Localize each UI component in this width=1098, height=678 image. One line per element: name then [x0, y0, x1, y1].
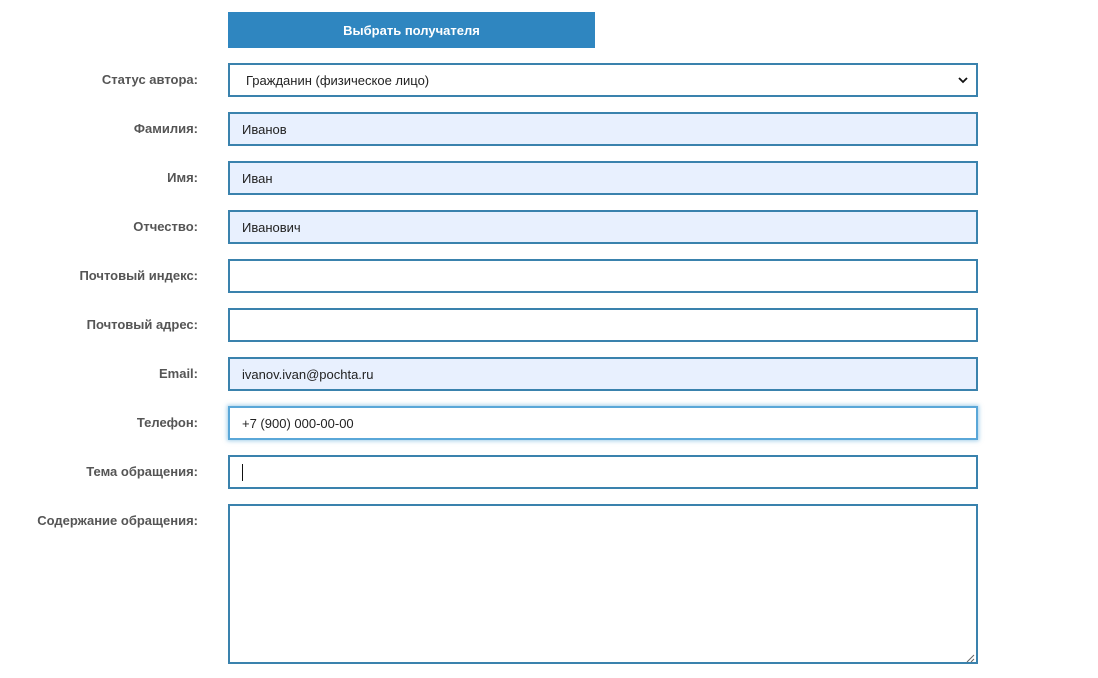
email-label: Email: — [158, 366, 198, 381]
phone-label: Телефон: — [136, 415, 198, 430]
phone-field[interactable]: +7 (900) 000-00-00 — [228, 406, 978, 440]
postal-code-field[interactable] — [228, 259, 978, 293]
phone-value: +7 (900) 000-00-00 — [242, 415, 354, 431]
patronymic-value: Иванович — [242, 219, 301, 235]
first-name-value: Иван — [242, 170, 273, 186]
subject-label: Тема обращения: — [86, 464, 198, 479]
author-status-value: Гражданин (физическое лицо) — [246, 72, 430, 88]
first-name-field[interactable]: Иван — [228, 161, 978, 195]
postal-address-label: Почтовый адрес: — [86, 317, 198, 332]
patronymic-label: Отчество: — [133, 219, 198, 234]
patronymic-field[interactable]: Иванович — [228, 210, 978, 244]
last-name-value: Иванов — [242, 121, 287, 137]
choose-recipient-button[interactable]: Выбрать получателя — [228, 12, 595, 48]
first-name-label: Имя: — [167, 170, 198, 185]
content-label: Содержание обращения: — [37, 513, 198, 528]
chevron-down-icon — [958, 75, 968, 85]
email-value: ivanov.ivan@pochta.ru — [242, 366, 374, 382]
content-textarea[interactable] — [228, 504, 978, 664]
resize-grip-icon[interactable] — [965, 651, 975, 663]
appeal-form-page: Выбрать получателя Статус автора: Гражда… — [0, 0, 1098, 678]
last-name-field[interactable]: Иванов — [228, 112, 978, 146]
author-status-label: Статус автора: — [101, 72, 198, 87]
last-name-label: Фамилия: — [133, 121, 198, 136]
email-field[interactable]: ivanov.ivan@pochta.ru — [228, 357, 978, 391]
postal-address-field[interactable] — [228, 308, 978, 342]
text-cursor — [242, 463, 243, 481]
subject-field[interactable] — [228, 455, 978, 489]
postal-code-label: Почтовый индекс: — [79, 268, 198, 283]
author-status-select[interactable]: Гражданин (физическое лицо) — [228, 63, 978, 97]
